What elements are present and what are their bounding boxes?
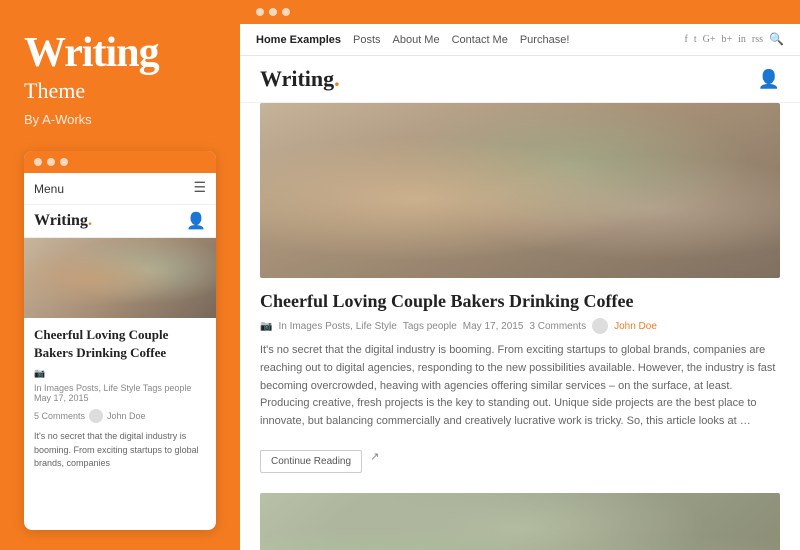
mobile-comments-count: 5 Comments xyxy=(34,411,85,421)
nav-item-about[interactable]: About Me xyxy=(393,34,440,46)
article-comments[interactable]: 3 Comments xyxy=(529,321,586,332)
share-icon[interactable]: ↗ xyxy=(370,450,379,463)
article-excerpt: It's no secret that the digital industry… xyxy=(260,342,780,430)
desktop-nav: Home Examples Posts About Me Contact Me … xyxy=(240,24,800,56)
desktop-user-icon[interactable]: 👤 xyxy=(758,69,780,90)
mobile-menu-label[interactable]: Menu xyxy=(34,182,64,196)
mobile-post-excerpt: It's no secret that the digital industry… xyxy=(24,426,216,475)
nav-item-posts[interactable]: Posts xyxy=(353,34,381,46)
nav-item-purchase[interactable]: Purchase! xyxy=(520,34,570,46)
desktop-brand-bar: Writing. 👤 xyxy=(240,56,800,103)
instagram-icon[interactable]: in xyxy=(738,34,746,45)
mobile-brand: Writing. xyxy=(34,212,92,230)
nav-item-contact[interactable]: Contact Me xyxy=(452,34,508,46)
mobile-post-meta-text: In Images Posts, Life Style Tags people … xyxy=(34,383,206,403)
right-panel: Home Examples Posts About Me Contact Me … xyxy=(240,0,800,550)
rss-icon[interactable]: rss xyxy=(752,34,763,45)
desktop-dot-3 xyxy=(282,8,290,16)
desktop-dot-2 xyxy=(269,8,277,16)
article-tags: Tags people xyxy=(403,321,457,332)
article-date: May 17, 2015 xyxy=(463,321,524,332)
mobile-post-meta: 📷 In Images Posts, Life Style Tags peopl… xyxy=(24,365,216,406)
mobile-preview: Menu ☰ Writing. 👤 Cheerful Loving Couple… xyxy=(24,151,216,530)
nav-item-home[interactable]: Home Examples xyxy=(256,34,341,46)
second-article-preview xyxy=(260,493,780,550)
article-author-avatar xyxy=(592,318,608,334)
mobile-post-meta-icon: 📷 xyxy=(34,368,45,379)
article-category[interactable]: In Images Posts, Life Style xyxy=(278,321,396,332)
mobile-brand-bar: Writing. 👤 xyxy=(24,205,216,238)
desktop-dot-1 xyxy=(256,8,264,16)
article-container: Cheerful Loving Couple Bakers Drinking C… xyxy=(240,103,800,493)
theme-title: Writing Theme By A-Works xyxy=(24,30,216,127)
blogger-icon[interactable]: b+ xyxy=(722,34,733,45)
article-meta: 📷 In Images Posts, Life Style Tags peopl… xyxy=(260,318,780,334)
search-icon[interactable]: 🔍 xyxy=(769,32,784,47)
google-plus-icon[interactable]: G+ xyxy=(703,34,716,45)
desktop-nav-left: Home Examples Posts About Me Contact Me … xyxy=(256,34,569,46)
article-author-name[interactable]: John Doe xyxy=(614,321,657,332)
article-hero-inner xyxy=(260,103,780,278)
mobile-post-image xyxy=(24,238,216,318)
desktop-content: Writing. 👤 Cheerful Loving Couple Bakers… xyxy=(240,56,800,550)
article-category-icon: 📷 xyxy=(260,321,272,332)
article-hero-image xyxy=(260,103,780,278)
hamburger-icon[interactable]: ☰ xyxy=(193,180,206,197)
mobile-post-author: John Doe xyxy=(107,411,146,421)
mobile-user-icon[interactable]: 👤 xyxy=(186,211,206,231)
mobile-avatar xyxy=(89,409,103,423)
mobile-nav: Menu ☰ xyxy=(24,173,216,205)
second-article-image xyxy=(260,493,780,550)
dot-3 xyxy=(60,158,68,166)
desktop-nav-right: f t G+ b+ in rss 🔍 xyxy=(685,32,785,47)
dot-1 xyxy=(34,158,42,166)
twitter-icon[interactable]: t xyxy=(694,34,697,45)
desktop-brand: Writing. xyxy=(260,66,340,92)
dot-2 xyxy=(47,158,55,166)
desktop-top-bar xyxy=(240,0,800,24)
article-title: Cheerful Loving Couple Bakers Drinking C… xyxy=(260,290,780,313)
mobile-post-title: Cheerful Loving Couple Bakers Drinking C… xyxy=(24,318,216,365)
continue-reading-button[interactable]: Continue Reading xyxy=(260,450,362,473)
mobile-post-image-inner xyxy=(24,238,216,318)
mobile-top-bar xyxy=(24,151,216,173)
facebook-icon[interactable]: f xyxy=(685,34,688,45)
mobile-post-comments: 5 Comments John Doe xyxy=(24,406,216,426)
left-panel: Writing Theme By A-Works Menu ☰ Writing.… xyxy=(0,0,240,550)
